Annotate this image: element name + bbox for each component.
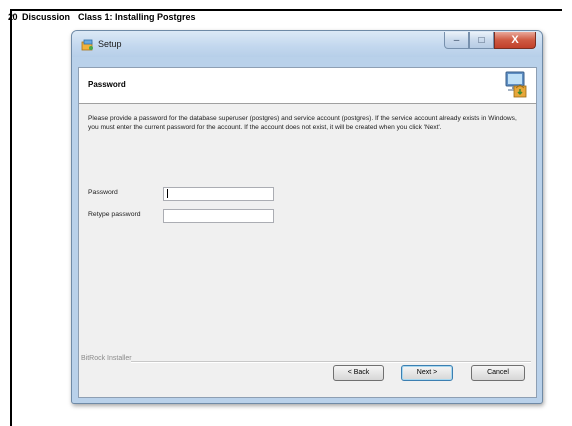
maximize-button[interactable]: □ [469, 32, 494, 49]
next-button[interactable]: Next > [401, 365, 453, 381]
close-icon: X [511, 34, 519, 46]
maximize-icon: □ [478, 34, 485, 46]
slide-heading-title: Class 1: Installing Postgres [78, 12, 196, 22]
title-bar[interactable]: Setup – □ X [72, 31, 542, 57]
text-caret [167, 189, 168, 198]
window-title: Setup [98, 39, 122, 49]
slide-left-border [10, 9, 12, 426]
slide-page-number: 20 [8, 12, 18, 22]
slide-heading: Discussion Class 1: Installing Postgres [22, 12, 196, 22]
window-controls: – □ X [444, 32, 536, 49]
client-area: Password Please provide a password for t… [78, 67, 537, 398]
password-label: Password [88, 189, 118, 196]
installer-divider [131, 361, 531, 363]
page-description: Please provide a password for the databa… [88, 115, 517, 131]
computer-install-icon [505, 71, 527, 98]
slide-heading-section: Discussion [22, 12, 71, 22]
retype-password-label: Retype password [88, 211, 141, 218]
installer-label: BitRock Installer [81, 355, 132, 362]
cancel-button[interactable]: Cancel [471, 365, 525, 381]
page-title: Password [88, 80, 126, 89]
slide-top-border [10, 9, 562, 11]
header-band: Password [79, 68, 536, 104]
setup-window: Setup – □ X Password Please provide a pa… [71, 30, 543, 404]
password-field[interactable] [163, 187, 274, 201]
setup-app-icon [81, 39, 93, 51]
back-button[interactable]: < Back [333, 365, 384, 381]
minimize-icon: – [453, 34, 460, 46]
retype-password-field[interactable] [163, 209, 274, 223]
close-button[interactable]: X [494, 32, 536, 49]
minimize-button[interactable]: – [444, 32, 469, 49]
